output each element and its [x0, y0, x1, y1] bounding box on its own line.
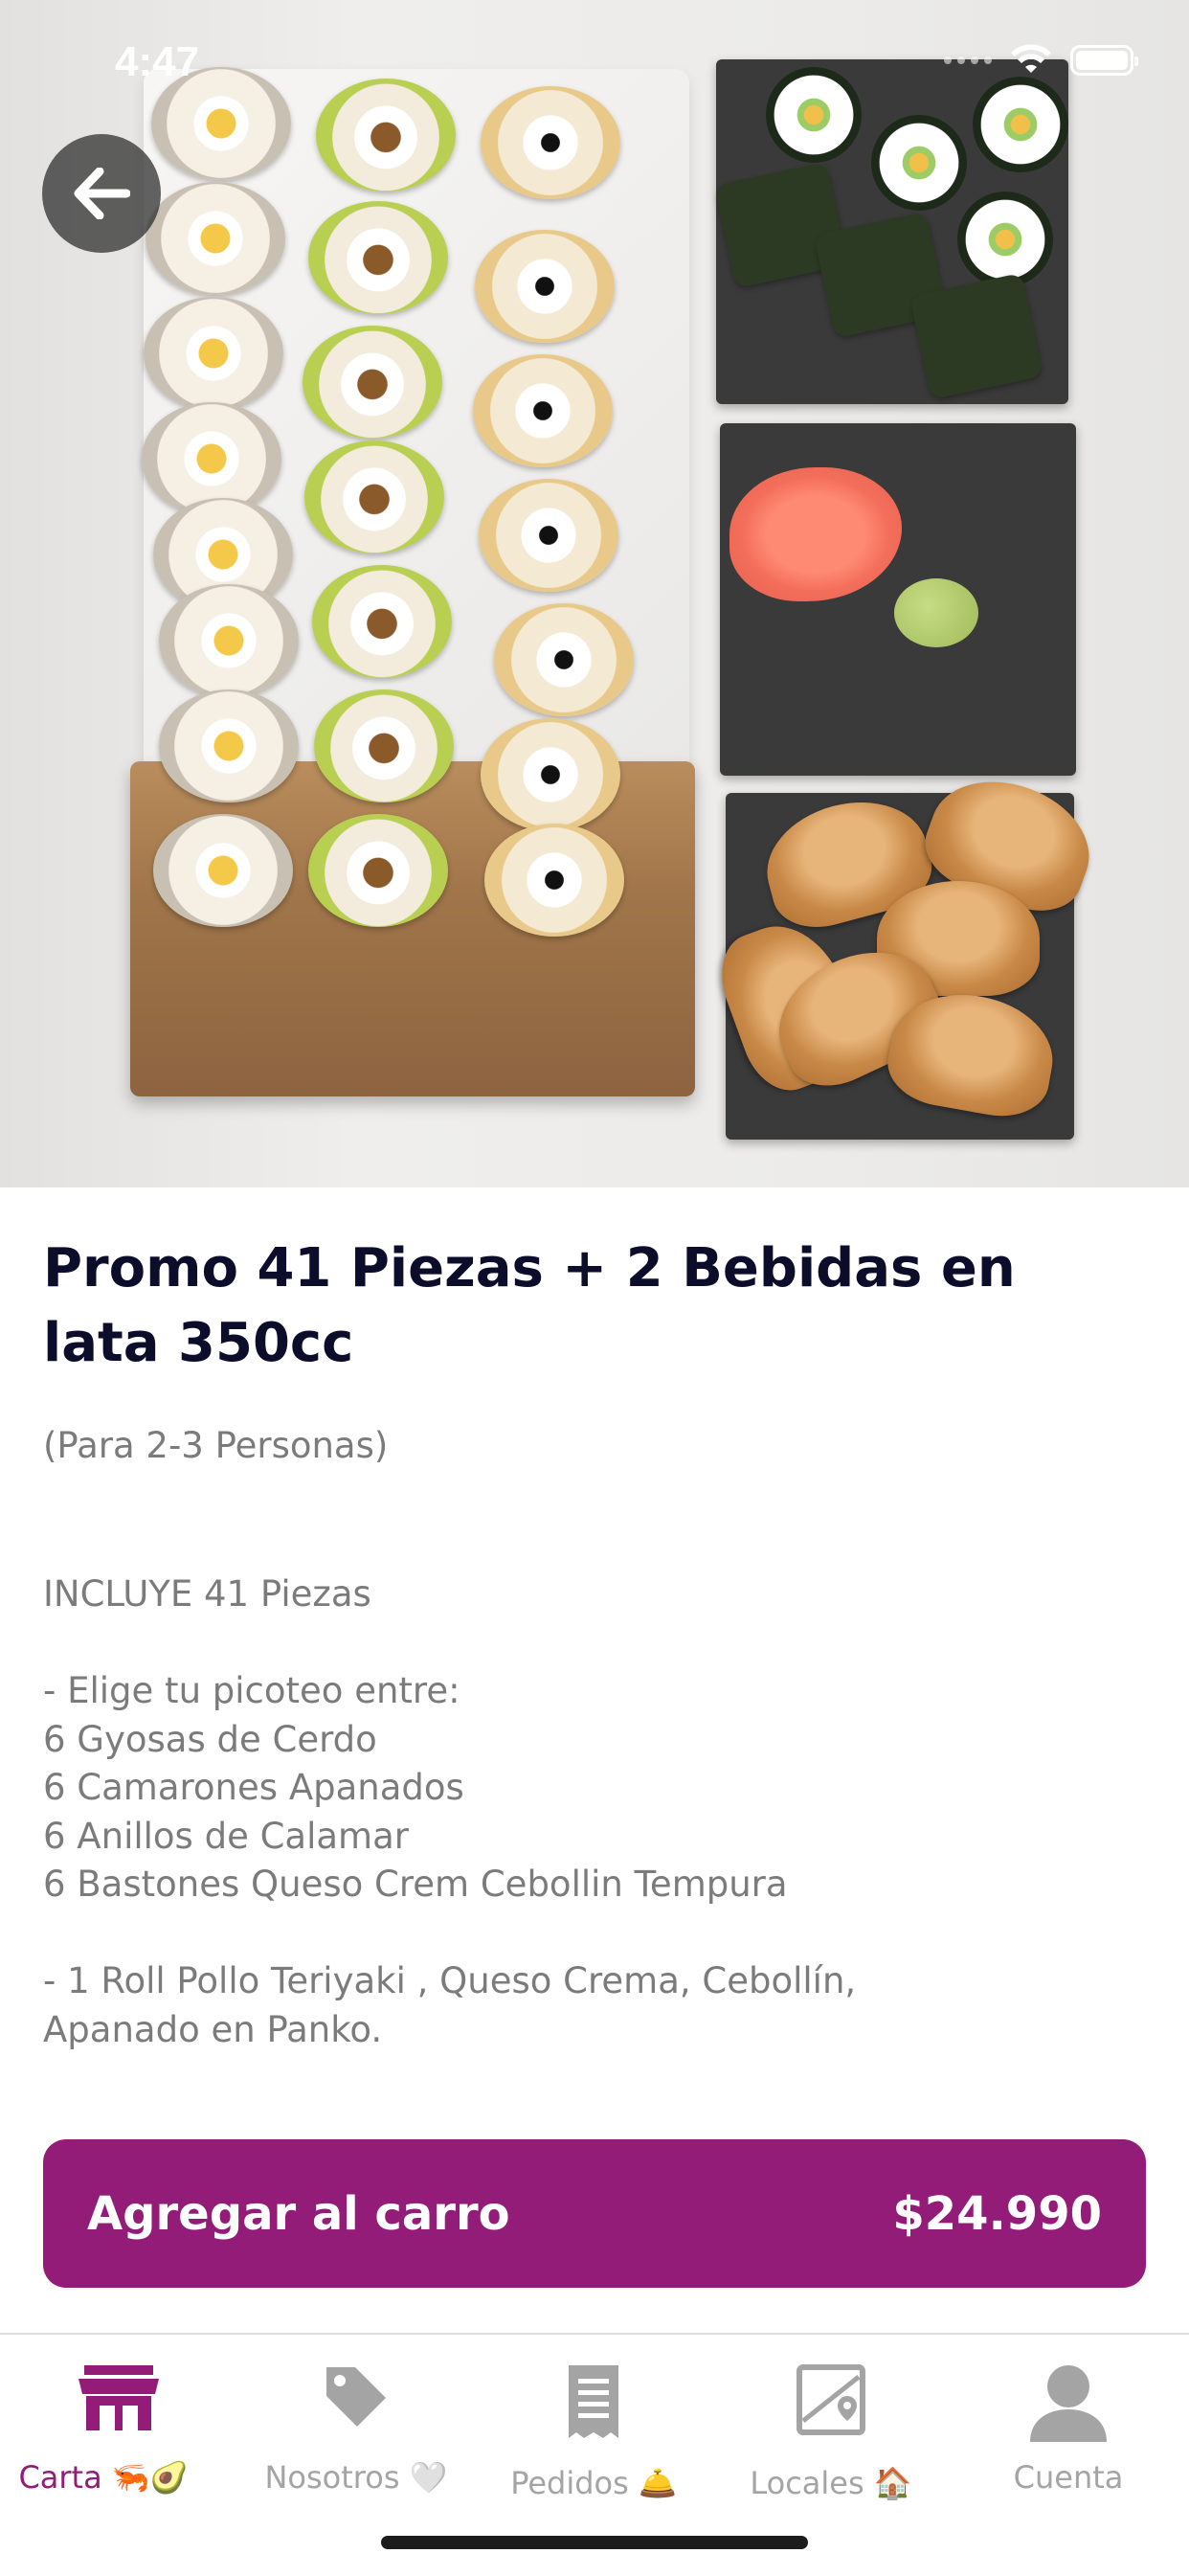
sushi-roll [159, 584, 299, 697]
product-title: Promo 41 Piezas + 2 Bebidas en lata 350c… [43, 1237, 1016, 1374]
add-to-cart-button[interactable]: Agregar al carro $24.990 [43, 2139, 1146, 2288]
tab-label-cuenta: Cuenta [1013, 2459, 1124, 2496]
maki-roll [957, 192, 1053, 287]
add-to-cart-label: Agregar al carro [87, 2186, 510, 2241]
sushi-roll [144, 297, 283, 410]
status-time: 4:47 [115, 38, 200, 85]
tab-carta[interactable]: Carta 🦐🥑 [0, 2335, 237, 2526]
sushi-roll [473, 354, 613, 467]
product-image [0, 0, 1189, 1187]
tab-nosotros[interactable]: Nosotros 🤍 [237, 2335, 475, 2526]
sushi-roll [146, 182, 285, 295]
receipt-icon [569, 2365, 618, 2438]
back-button[interactable] [42, 134, 161, 253]
sushi-roll [312, 565, 452, 678]
sushi-roll [475, 230, 615, 343]
cellular-signal-icon [944, 56, 992, 64]
tag-icon [326, 2367, 386, 2427]
tab-label-pedidos: Pedidos 🛎️ [510, 2465, 677, 2501]
maki-roll [871, 115, 967, 211]
battery-icon [1070, 45, 1138, 76]
person-icon [1030, 2365, 1107, 2442]
tab-label-locales: Locales 🏠 [750, 2465, 912, 2501]
tab-label-nosotros: Nosotros 🤍 [264, 2459, 448, 2496]
sushi-roll [494, 603, 634, 716]
tab-locales[interactable]: Locales 🏠 [712, 2335, 950, 2526]
map-icon [796, 2364, 865, 2435]
sushi-roll [153, 814, 293, 927]
wood-board [130, 761, 695, 1096]
sushi-roll [303, 326, 442, 439]
tab-cuenta[interactable]: Cuenta [950, 2335, 1187, 2526]
sushi-roll [159, 689, 299, 802]
status-icons [944, 44, 1138, 77]
sushi-roll [314, 689, 454, 802]
home-indicator [381, 2536, 808, 2549]
sushi-roll [304, 441, 444, 554]
maki-roll [973, 77, 1068, 172]
product-price: $24.990 [892, 2186, 1102, 2241]
tab-label-carta: Carta 🦐🥑 [18, 2459, 189, 2496]
sushi-roll [481, 86, 620, 199]
sushi-roll [316, 79, 456, 192]
tab-pedidos[interactable]: Pedidos 🛎️ [475, 2335, 712, 2526]
product-description: INCLUYE 41 Piezas - Elige tu picoteo ent… [43, 1573, 857, 2050]
sushi-roll [484, 824, 624, 937]
wasabi [894, 578, 978, 647]
arrow-left-icon [74, 168, 130, 219]
maki-roll [766, 67, 862, 163]
sushi-roll [481, 718, 620, 831]
sushi-roll [308, 814, 448, 927]
wifi-icon [1011, 44, 1051, 73]
sushi-roll [308, 201, 448, 314]
product-subtitle: (Para 2-3 Personas) [43, 1425, 389, 1466]
store-icon [79, 2365, 159, 2430]
sushi-roll [479, 479, 618, 592]
